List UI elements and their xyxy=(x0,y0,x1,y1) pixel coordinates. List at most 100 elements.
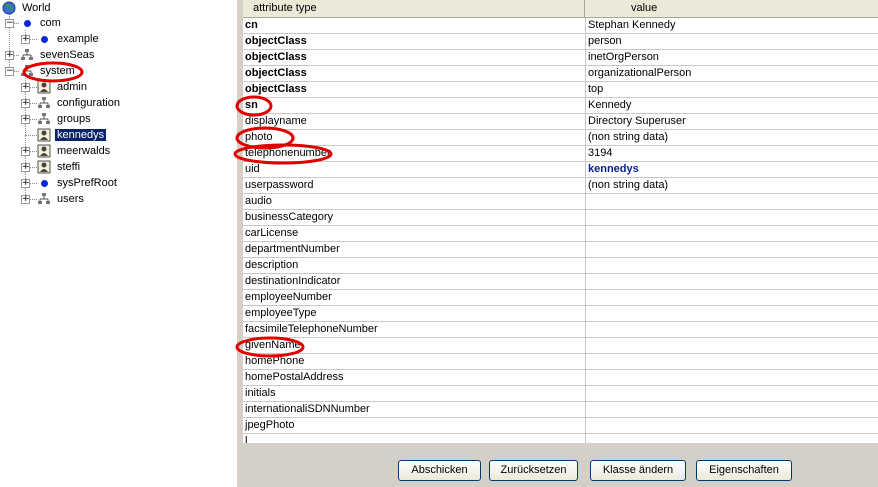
value-cell[interactable] xyxy=(586,306,878,321)
tree-node-example[interactable]: example xyxy=(37,31,101,47)
collapse-toggle[interactable]: − xyxy=(5,67,14,76)
attribute-type-cell[interactable]: homePhone xyxy=(243,354,586,369)
attribute-type-cell[interactable]: userpassword xyxy=(243,178,586,193)
expand-toggle[interactable]: + xyxy=(21,147,30,156)
attribute-type-cell[interactable]: description xyxy=(243,258,586,273)
submit-button[interactable]: Abschicken xyxy=(398,460,481,481)
expand-toggle[interactable]: + xyxy=(21,83,30,92)
table-row[interactable]: givenName xyxy=(243,338,878,354)
table-row[interactable]: l xyxy=(243,434,878,443)
value-cell[interactable]: kennedys xyxy=(586,162,878,177)
tree-node-meerwalds[interactable]: meerwalds xyxy=(37,143,112,159)
attribute-type-cell[interactable]: cn xyxy=(243,18,586,33)
table-row[interactable]: internationaliSDNNumber xyxy=(243,402,878,418)
reset-button[interactable]: Zurücksetzen xyxy=(489,460,578,481)
value-cell[interactable] xyxy=(586,338,878,353)
value-cell[interactable]: Directory Superuser xyxy=(586,114,878,129)
attribute-type-cell[interactable]: facsimileTelephoneNumber xyxy=(243,322,586,337)
table-row[interactable]: sn Kennedy xyxy=(243,98,878,114)
value-cell[interactable]: 3194 xyxy=(586,146,878,161)
value-cell[interactable] xyxy=(586,194,878,209)
value-cell[interactable]: (non string data) xyxy=(586,178,878,193)
tree-node-steffi[interactable]: steffi xyxy=(37,159,82,175)
properties-button[interactable]: Eigenschaften xyxy=(696,460,792,481)
value-cell[interactable] xyxy=(586,258,878,273)
attribute-type-cell[interactable]: audio xyxy=(243,194,586,209)
table-row[interactable]: businessCategory xyxy=(243,210,878,226)
table-row[interactable]: carLicense xyxy=(243,226,878,242)
attribute-type-cell[interactable]: initials xyxy=(243,386,586,401)
table-row[interactable]: description xyxy=(243,258,878,274)
expand-toggle[interactable]: + xyxy=(5,51,14,60)
attribute-type-cell[interactable]: sn xyxy=(243,98,586,113)
value-cell[interactable]: (non string data) xyxy=(586,130,878,145)
table-row[interactable]: objectClass person xyxy=(243,34,878,50)
table-row[interactable]: departmentNumber xyxy=(243,242,878,258)
table-row[interactable]: employeeType xyxy=(243,306,878,322)
value-cell[interactable] xyxy=(586,418,878,433)
value-cell[interactable] xyxy=(586,370,878,385)
tree-node-sevenseas[interactable]: sevenSeas xyxy=(20,47,96,63)
attribute-type-cell[interactable]: carLicense xyxy=(243,226,586,241)
column-header-value[interactable]: value xyxy=(585,0,878,17)
expand-toggle[interactable]: + xyxy=(21,115,30,124)
value-cell[interactable] xyxy=(586,226,878,241)
value-cell[interactable]: Kennedy xyxy=(586,98,878,113)
expand-toggle[interactable]: + xyxy=(21,195,30,204)
tree-node-system[interactable]: system xyxy=(20,63,77,79)
value-cell[interactable]: person xyxy=(586,34,878,49)
value-cell[interactable] xyxy=(586,354,878,369)
attribute-table[interactable]: attribute type value cn Stephan Kennedy ob… xyxy=(243,0,878,443)
table-row[interactable]: homePostalAddress xyxy=(243,370,878,386)
table-row[interactable]: destinationIndicator xyxy=(243,274,878,290)
tree-node-sysprefroot[interactable]: sysPrefRoot xyxy=(37,175,119,191)
tree-node-admin[interactable]: admin xyxy=(37,79,89,95)
attribute-type-cell[interactable]: objectClass xyxy=(243,34,586,49)
column-header-attribute-type[interactable]: attribute type xyxy=(243,0,585,17)
value-cell[interactable] xyxy=(586,210,878,225)
table-row[interactable]: cn Stephan Kennedy xyxy=(243,18,878,34)
tree-node-groups[interactable]: groups xyxy=(37,111,93,127)
attribute-type-cell[interactable]: photo xyxy=(243,130,586,145)
attribute-type-cell[interactable]: displayname xyxy=(243,114,586,129)
attribute-type-cell[interactable]: jpegPhoto xyxy=(243,418,586,433)
attribute-type-cell[interactable]: givenName xyxy=(243,338,586,353)
collapse-toggle[interactable]: − xyxy=(5,19,14,28)
attribute-type-cell[interactable]: objectClass xyxy=(243,66,586,81)
tree-node-users[interactable]: users xyxy=(37,191,86,207)
value-cell[interactable]: inetOrgPerson xyxy=(586,50,878,65)
attribute-type-cell[interactable]: homePostalAddress xyxy=(243,370,586,385)
attribute-type-cell[interactable]: departmentNumber xyxy=(243,242,586,257)
tree-node-world[interactable]: World xyxy=(2,0,53,16)
table-row[interactable]: displayname Directory Superuser xyxy=(243,114,878,130)
table-row[interactable]: photo (non string data) xyxy=(243,130,878,146)
expand-toggle[interactable]: + xyxy=(21,163,30,172)
tree-node-com[interactable]: com xyxy=(20,15,63,31)
directory-tree[interactable]: World − com + example + sevenSeas − syst… xyxy=(0,0,237,487)
value-cell[interactable]: organizationalPerson xyxy=(586,66,878,81)
value-cell[interactable]: top xyxy=(586,82,878,97)
value-cell[interactable]: Stephan Kennedy xyxy=(586,18,878,33)
expand-toggle[interactable]: + xyxy=(21,99,30,108)
change-class-button[interactable]: Klasse ändern xyxy=(590,460,686,481)
attribute-type-cell[interactable]: employeeType xyxy=(243,306,586,321)
table-row[interactable]: facsimileTelephoneNumber xyxy=(243,322,878,338)
attribute-type-cell[interactable]: uid xyxy=(243,162,586,177)
attribute-type-cell[interactable]: telephonenumber xyxy=(243,146,586,161)
expand-toggle[interactable]: + xyxy=(21,35,30,44)
value-cell[interactable] xyxy=(586,434,878,443)
value-cell[interactable] xyxy=(586,274,878,289)
table-row[interactable]: uid kennedys xyxy=(243,162,878,178)
table-row[interactable]: initials xyxy=(243,386,878,402)
attribute-type-cell[interactable]: employeeNumber xyxy=(243,290,586,305)
expand-toggle[interactable]: + xyxy=(21,179,30,188)
value-cell[interactable] xyxy=(586,242,878,257)
tree-node-configuration[interactable]: configuration xyxy=(37,95,122,111)
table-row[interactable]: objectClass top xyxy=(243,82,878,98)
value-cell[interactable] xyxy=(586,322,878,337)
table-row[interactable]: employeeNumber xyxy=(243,290,878,306)
table-row[interactable]: userpassword (non string data) xyxy=(243,178,878,194)
attribute-type-cell[interactable]: businessCategory xyxy=(243,210,586,225)
table-row[interactable]: telephonenumber 3194 xyxy=(243,146,878,162)
table-row[interactable]: audio xyxy=(243,194,878,210)
